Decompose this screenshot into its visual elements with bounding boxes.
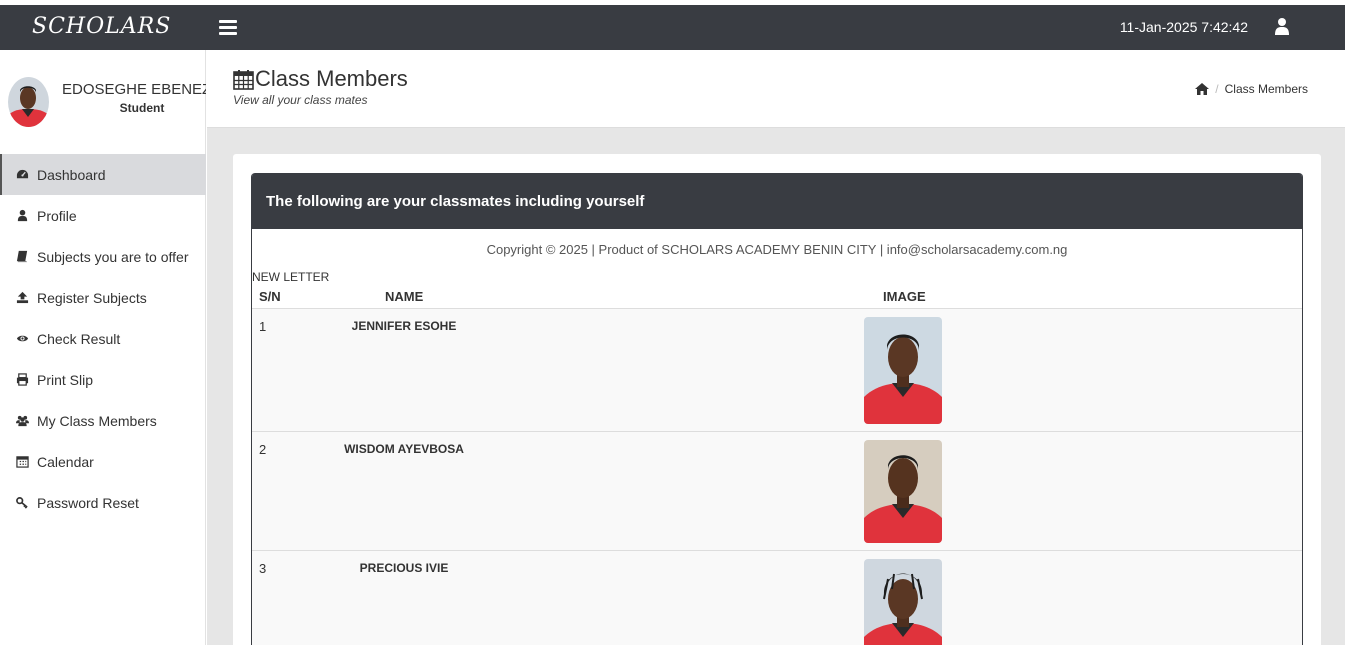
column-header-sn: S/N (259, 289, 281, 304)
page-title: Class Members (233, 66, 408, 92)
sidebar-item-label: Calendar (37, 453, 94, 470)
breadcrumb-separator: / (1215, 82, 1219, 96)
sidebar-item-label: Check Result (37, 330, 121, 347)
print-icon (15, 373, 29, 387)
sidebar-item-label: Register Subjects (37, 289, 147, 306)
sidebar-item-register-subjects[interactable]: Register Subjects (0, 277, 206, 318)
class-members-panel: The following are your classmates includ… (251, 173, 1303, 645)
table-row: 1 JENNIFER ESOHE (252, 309, 1302, 432)
row-name: PRECIOUS IVIE (359, 561, 449, 575)
brand-logo[interactable]: SCHOLARS (32, 14, 171, 39)
sidebar-item-subjects-to-offer[interactable]: Subjects you are to offer (0, 236, 206, 277)
sidebar-item-label: Dashboard (37, 166, 106, 183)
table-row: 2 WISDOM AYEVBOSA (252, 432, 1302, 551)
main-content: Class Members View all your class mates … (207, 50, 1345, 645)
sidebar-item-profile[interactable]: Profile (0, 195, 206, 236)
sidebar-menu: Dashboard Profile Subjects you are to of… (0, 154, 206, 523)
student-photo (864, 559, 942, 645)
user-name: EDOSEGHE EBENEZER (62, 81, 206, 98)
page-subtitle: View all your class mates (233, 93, 368, 107)
student-photo (864, 317, 942, 424)
user-role: Student (119, 101, 165, 115)
user-icon (15, 209, 29, 223)
sidebar-item-dashboard[interactable]: Dashboard (0, 154, 206, 195)
top-navbar: SCHOLARS 11-Jan-2025 7:42:42 (0, 5, 1345, 50)
page-title-text: Class Members (255, 66, 408, 91)
copyright-text: Copyright © 2025 | Product of SCHOLARS A… (486, 242, 1068, 257)
current-datetime: 11-Jan-2025 7:42:42 (1119, 19, 1248, 35)
sidebar-item-label: Profile (37, 207, 77, 224)
user-menu-icon[interactable] (1275, 17, 1289, 37)
row-name: JENNIFER ESOHE (351, 319, 457, 333)
row-sn: 2 (259, 442, 267, 457)
book-icon (15, 250, 29, 264)
sidebar: EDOSEGHE EBENEZER Student Dashboard Prof… (0, 50, 206, 645)
row-name: WISDOM AYEVBOSA (344, 442, 464, 456)
calendar-icon (15, 455, 29, 469)
table-header: S/N NAME IMAGE (252, 284, 1302, 309)
row-sn: 3 (259, 561, 267, 576)
sidebar-item-password-reset[interactable]: Password Reset (0, 482, 206, 523)
sidebar-item-label: Print Slip (37, 371, 94, 388)
panel-heading: The following are your classmates includ… (252, 173, 1302, 229)
breadcrumb-current: Class Members (1224, 82, 1308, 96)
menu-toggle-icon[interactable] (219, 20, 237, 35)
student-photo (864, 440, 942, 543)
eye-icon (15, 332, 29, 346)
class-name: NEW LETTER (252, 270, 330, 284)
page-header: Class Members View all your class mates … (207, 50, 1345, 128)
breadcrumb: / Class Members (1195, 82, 1308, 96)
calendar-icon (233, 69, 254, 90)
key-icon (15, 496, 29, 510)
avatar (8, 77, 49, 127)
sidebar-item-label: My Class Members (37, 412, 157, 429)
user-profile-panel: EDOSEGHE EBENEZER Student (0, 50, 206, 154)
column-header-name: NAME (385, 289, 424, 304)
home-icon[interactable] (1195, 83, 1210, 95)
table-row: 3 PRECIOUS IVIE (252, 551, 1302, 645)
users-icon (15, 414, 29, 428)
sidebar-item-calendar[interactable]: Calendar (0, 441, 206, 482)
content-card: The following are your classmates includ… (233, 154, 1321, 645)
column-header-image: IMAGE (883, 289, 926, 304)
sidebar-item-label: Password Reset (37, 494, 139, 511)
sidebar-item-print-slip[interactable]: Print Slip (0, 359, 206, 400)
dashboard-icon (15, 168, 29, 182)
sidebar-item-check-result[interactable]: Check Result (0, 318, 206, 359)
row-sn: 1 (259, 319, 267, 334)
sidebar-item-label: Subjects you are to offer (37, 248, 189, 265)
upload-icon (15, 291, 29, 305)
sidebar-item-class-members[interactable]: My Class Members (0, 400, 206, 441)
